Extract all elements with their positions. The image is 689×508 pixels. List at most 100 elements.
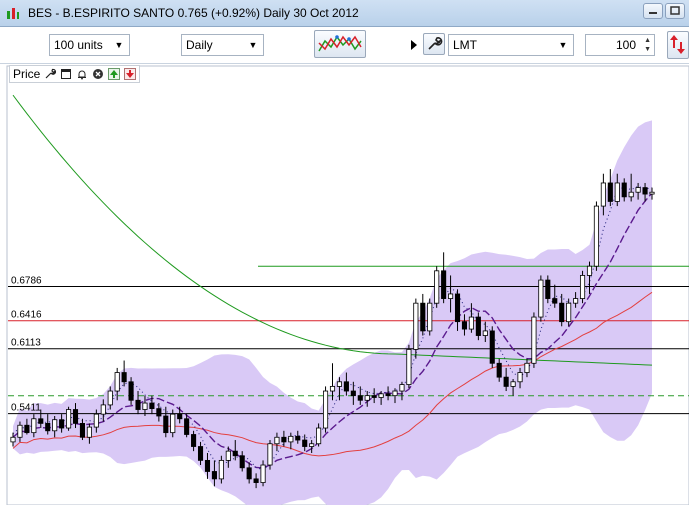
candle-body-down — [45, 422, 51, 432]
candle-body-up — [225, 450, 231, 461]
candle-body-up — [378, 393, 384, 398]
candle-body-down — [156, 408, 162, 417]
candle-body-down — [59, 419, 65, 429]
window-titlebar: BES - B.ESPIRITO SANTO 0.765 (+0.92%) Da… — [0, 0, 689, 27]
move-down-icon[interactable] — [124, 68, 137, 80]
candle-body-up — [309, 443, 315, 447]
period-select-value: Daily — [186, 38, 213, 52]
candle-body-down — [357, 395, 363, 401]
candle-body-down — [281, 436, 287, 443]
candle-body-down — [642, 187, 648, 195]
candle-58 — [413, 298, 419, 359]
units-select[interactable]: 100 units ▼ — [49, 34, 130, 56]
candle-body-down — [461, 321, 468, 330]
price-chart-svg[interactable]: 0.6786 0.6416 0.6113 0.5411 — [0, 64, 689, 508]
candle-body-down — [163, 415, 169, 434]
candle-body-down — [496, 362, 502, 378]
candle-body-up — [100, 404, 106, 415]
quantity-stepper[interactable]: 100 ▲ ▼ — [585, 34, 655, 56]
candle-body-up — [170, 413, 176, 434]
candle-body-down — [149, 402, 155, 410]
chevron-down-icon: ▼ — [558, 40, 568, 50]
move-up-icon[interactable] — [108, 68, 121, 80]
candle-body-up — [31, 418, 37, 434]
candle-body-up — [448, 293, 454, 299]
candle-8 — [66, 406, 72, 431]
candle-body-up — [323, 390, 329, 429]
candle-body-down — [371, 395, 377, 398]
candle-body-up — [649, 191, 655, 195]
candle-body-down — [135, 399, 141, 410]
candle-body-down — [552, 298, 558, 304]
candle-37 — [267, 440, 273, 470]
candle-45 — [323, 386, 329, 433]
candle-body-up — [86, 426, 92, 438]
candle-57 — [406, 344, 412, 389]
indicators-button[interactable] — [314, 30, 366, 58]
stepper-arrows-icon[interactable]: ▲ ▼ — [644, 36, 651, 54]
candle-body-down — [295, 435, 301, 441]
candle-body-down — [621, 182, 627, 198]
window-icon[interactable] — [60, 68, 72, 80]
units-select-value: 100 units — [54, 38, 103, 52]
candle-body-up — [579, 275, 586, 299]
candle-body-down — [232, 450, 238, 457]
candle-body-up — [107, 390, 113, 406]
candle-82 — [579, 270, 586, 304]
candle-body-up — [628, 191, 634, 198]
candle-body-up — [468, 316, 474, 330]
price-chart[interactable]: 0.6786 0.6416 0.6113 0.5411 — [0, 64, 689, 508]
candle-76 — [538, 275, 544, 322]
candle-body-down — [38, 418, 44, 424]
candle-body-down — [128, 381, 134, 401]
candle-body-down — [454, 293, 461, 323]
level-label-2: 0.6416 — [11, 310, 42, 321]
candle-body-up — [316, 427, 322, 445]
candle-body-down — [385, 393, 391, 397]
candle-body-up — [538, 279, 544, 318]
candle-body-up — [364, 395, 370, 401]
candle-body-up — [593, 205, 599, 267]
legend-price-label: Price — [13, 67, 41, 81]
candle-body-down — [475, 316, 481, 336]
candle-body-down — [197, 446, 204, 461]
order-type-select[interactable]: LMT ▼ — [448, 34, 574, 56]
candle-body-up — [93, 413, 99, 428]
candle-body-up — [635, 187, 641, 193]
chevron-down-icon: ▼ — [114, 40, 124, 50]
candle-body-up — [329, 386, 336, 392]
app-icon — [7, 8, 19, 19]
candle-body-up — [218, 459, 224, 480]
candle-61 — [434, 266, 440, 308]
price-legend: Price — [9, 65, 141, 83]
candle-body-up — [399, 384, 405, 392]
candle-body-up — [614, 182, 620, 202]
candle-body-down — [343, 381, 349, 392]
order-settings-button[interactable] — [423, 33, 445, 55]
minimize-button[interactable] — [643, 3, 663, 19]
collapse-button[interactable] — [410, 38, 418, 52]
wrench-icon[interactable] — [44, 68, 57, 80]
period-select[interactable]: Daily ▼ — [181, 34, 264, 56]
candle-body-down — [302, 439, 308, 447]
candle-body-down — [503, 376, 509, 387]
candle-body-down — [441, 270, 447, 299]
alarm-icon[interactable] — [76, 68, 88, 80]
candle-body-down — [24, 424, 30, 434]
candle-body-up — [510, 381, 516, 387]
candle-body-up — [260, 464, 266, 483]
maximize-button[interactable] — [665, 3, 685, 19]
candle-body-up — [267, 443, 273, 466]
level-label-5: 0.5411 — [11, 403, 41, 414]
quantity-value: 100 — [615, 38, 636, 52]
candle-body-up — [142, 402, 148, 410]
level-label-1: 0.6786 — [11, 275, 42, 286]
candle-body-down — [559, 302, 565, 323]
candle-69 — [489, 326, 495, 368]
order-button[interactable] — [667, 31, 689, 59]
close-icon[interactable] — [92, 68, 104, 80]
candle-body-up — [288, 435, 294, 443]
chart-toolbar: 100 units ▼ Daily ▼ LMT ▼ 100 ▲ ▼ — [0, 27, 689, 64]
candle-body-up — [566, 302, 572, 323]
candle-body-up — [573, 298, 579, 304]
